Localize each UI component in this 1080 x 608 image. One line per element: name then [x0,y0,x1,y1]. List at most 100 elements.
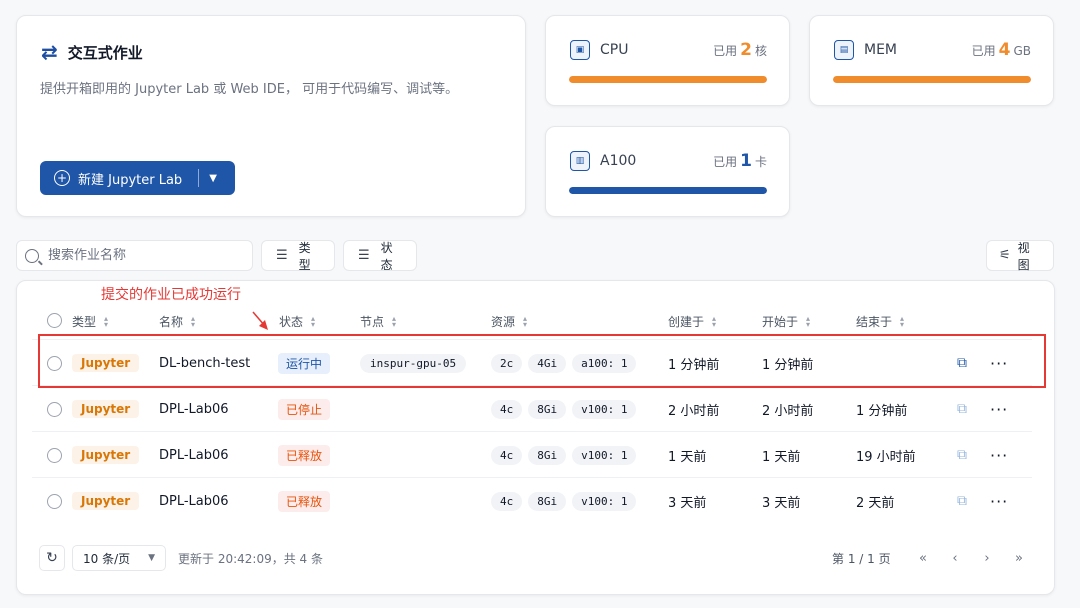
external-link-icon: ⧉ [957,401,967,417]
table-row[interactable]: Jupyter DPL-Lab06 已释放 4c 8Gi v100: 1 1 天前 … [32,431,1032,477]
cpu-usage-card: ▣ CPU 已用 2 核 [545,15,790,106]
started-time: 3 天前 [762,495,801,511]
ended-time: 1 分钟前 [856,403,908,419]
select-all-checkbox[interactable] [47,313,62,328]
mem-unit: GB [1013,44,1031,58]
type-filter-button[interactable]: ☰ 类型 [261,240,335,272]
used-prefix: 已用 [971,44,996,58]
more-actions-icon[interactable]: ··· [990,446,1008,465]
view-label: 视图 [1017,240,1030,272]
started-time: 1 天前 [762,449,801,465]
chevron-right-icon: › [984,550,990,566]
last-page-button[interactable]: » [1006,545,1032,571]
search-box[interactable] [16,240,253,271]
status-badge: 已停止 [278,398,331,420]
status-badge: 已释放 [278,490,331,512]
button-divider [198,169,200,187]
chevron-down-icon[interactable]: ▼ [209,173,217,184]
column-resources[interactable]: 资源 ▴ ▾ [491,313,527,330]
first-page-button[interactable]: « [910,545,936,571]
refresh-icon: ↻ [46,550,58,566]
sort-icon: ▴ ▾ [311,313,316,329]
page-size-select[interactable]: 10 条/页 ▼ [72,545,166,571]
sort-icon: ▴ ▾ [191,313,196,329]
sort-icon: ▴ ▾ [900,313,905,329]
more-actions-icon[interactable]: ··· [990,492,1008,511]
table-row[interactable]: Jupyter DPL-Lab06 已释放 4c 8Gi v100: 1 3 天前 … [32,477,1032,523]
gpu-chip: v100: 1 [572,445,637,465]
status-badge: 已释放 [278,444,331,466]
memory-icon: ▤ [834,40,854,60]
gpu-usage-card: ▥ A100 已用 1 卡 [545,126,790,217]
interactive-jobs-card: ⇄ 交互式作业 提供开箱即用的 Jupyter Lab 或 Web IDE， 可… [16,15,526,217]
chevron-left-icon: ‹ [952,550,958,566]
plus-circle-icon: + [54,170,70,186]
page-info: 第 1 / 1 页 [832,552,891,566]
status-filter-label: 状态 [380,240,393,272]
cpu-icon: ▣ [570,40,590,60]
mem-usage-card: ▤ MEM 已用 4 GB [809,15,1054,106]
column-status[interactable]: 状态 ▴ ▾ [279,313,315,330]
cpu-chip: 4c [491,491,523,511]
search-input[interactable] [48,248,248,263]
column-ended[interactable]: 结束于 ▴ ▾ [856,313,904,330]
job-name-link[interactable]: DPL-Lab06 [159,448,229,463]
filter-icon: ☰ [276,248,288,263]
prev-page-button[interactable]: ‹ [942,545,968,571]
job-name-link[interactable]: DPL-Lab06 [159,402,229,417]
sort-icon: ▴ ▾ [104,313,109,329]
cpu-used-value: 2 [740,40,752,60]
gpu-usage-bar [569,187,767,194]
cpu-usage-fill [569,76,767,83]
next-page-button[interactable]: › [974,545,1000,571]
more-actions-icon[interactable]: ··· [990,400,1008,419]
double-chevron-left-icon: « [919,550,927,566]
type-filter-label: 类型 [298,240,311,272]
swap-arrows-icon: ⇄ [41,40,58,64]
refresh-button[interactable]: ↻ [39,545,65,571]
sort-icon: ▴ ▾ [392,313,397,329]
ended-time: 19 小时前 [856,449,916,465]
sliders-icon: ⚟ [999,248,1011,263]
highlight-box [38,334,1046,388]
type-badge: Jupyter [72,492,140,510]
created-time: 1 天前 [668,449,707,465]
mem-chip: 8Gi [528,445,567,465]
gpu-label: A100 [600,153,637,169]
created-time: 2 小时前 [668,403,720,419]
gpu-icon: ▥ [570,151,590,171]
status-filter-button[interactable]: ☰ 状态 [343,240,417,272]
table-row[interactable]: Jupyter DPL-Lab06 已停止 4c 8Gi v100: 1 2 小时前… [32,385,1032,431]
page-size-value: 10 条/页 [83,551,131,566]
table-header: 类型 ▴ ▾ 名称 ▴ ▾ 状态 ▴ ▾ 节点 ▴ ▾ 资源 ▴ ▾ 创建于 ▴ ▾ 开始于 ▴ ▾ 结束于… [0,305,1080,335]
search-icon [25,248,39,263]
mem-chip: 8Gi [528,491,567,511]
row-checkbox[interactable] [47,386,62,432]
column-type[interactable]: 类型 ▴ ▾ [72,313,108,330]
used-prefix: 已用 [713,155,738,169]
cpu-chip: 4c [491,399,523,419]
annotation-text: 提交的作业已成功运行 [101,287,241,303]
filter-icon: ☰ [358,248,370,263]
column-started[interactable]: 开始于 ▴ ▾ [762,313,810,330]
mem-label: MEM [864,42,898,58]
column-name[interactable]: 名称 ▴ ▾ [159,313,195,330]
page-title: 交互式作业 [67,43,143,62]
cpu-unit: 核 [754,44,767,58]
view-options-button[interactable]: ⚟ 视图 [986,240,1054,272]
job-name-link[interactable]: DPL-Lab06 [159,494,229,509]
gpu-chip: v100: 1 [572,399,637,419]
external-link-icon: ⧉ [957,447,967,463]
type-badge: Jupyter [72,400,140,418]
column-created[interactable]: 创建于 ▴ ▾ [668,313,716,330]
gpu-chip: v100: 1 [572,491,637,511]
cpu-label: CPU [600,42,629,58]
row-checkbox[interactable] [47,432,62,478]
column-node[interactable]: 节点 ▴ ▾ [360,313,396,330]
double-chevron-right-icon: » [1015,550,1023,566]
ended-time: 2 天前 [856,495,895,511]
used-prefix: 已用 [713,44,738,58]
started-time: 2 小时前 [762,403,814,419]
new-jupyter-lab-button[interactable]: + 新建 Jupyter Lab ▼ [40,161,235,195]
row-checkbox[interactable] [47,478,62,524]
